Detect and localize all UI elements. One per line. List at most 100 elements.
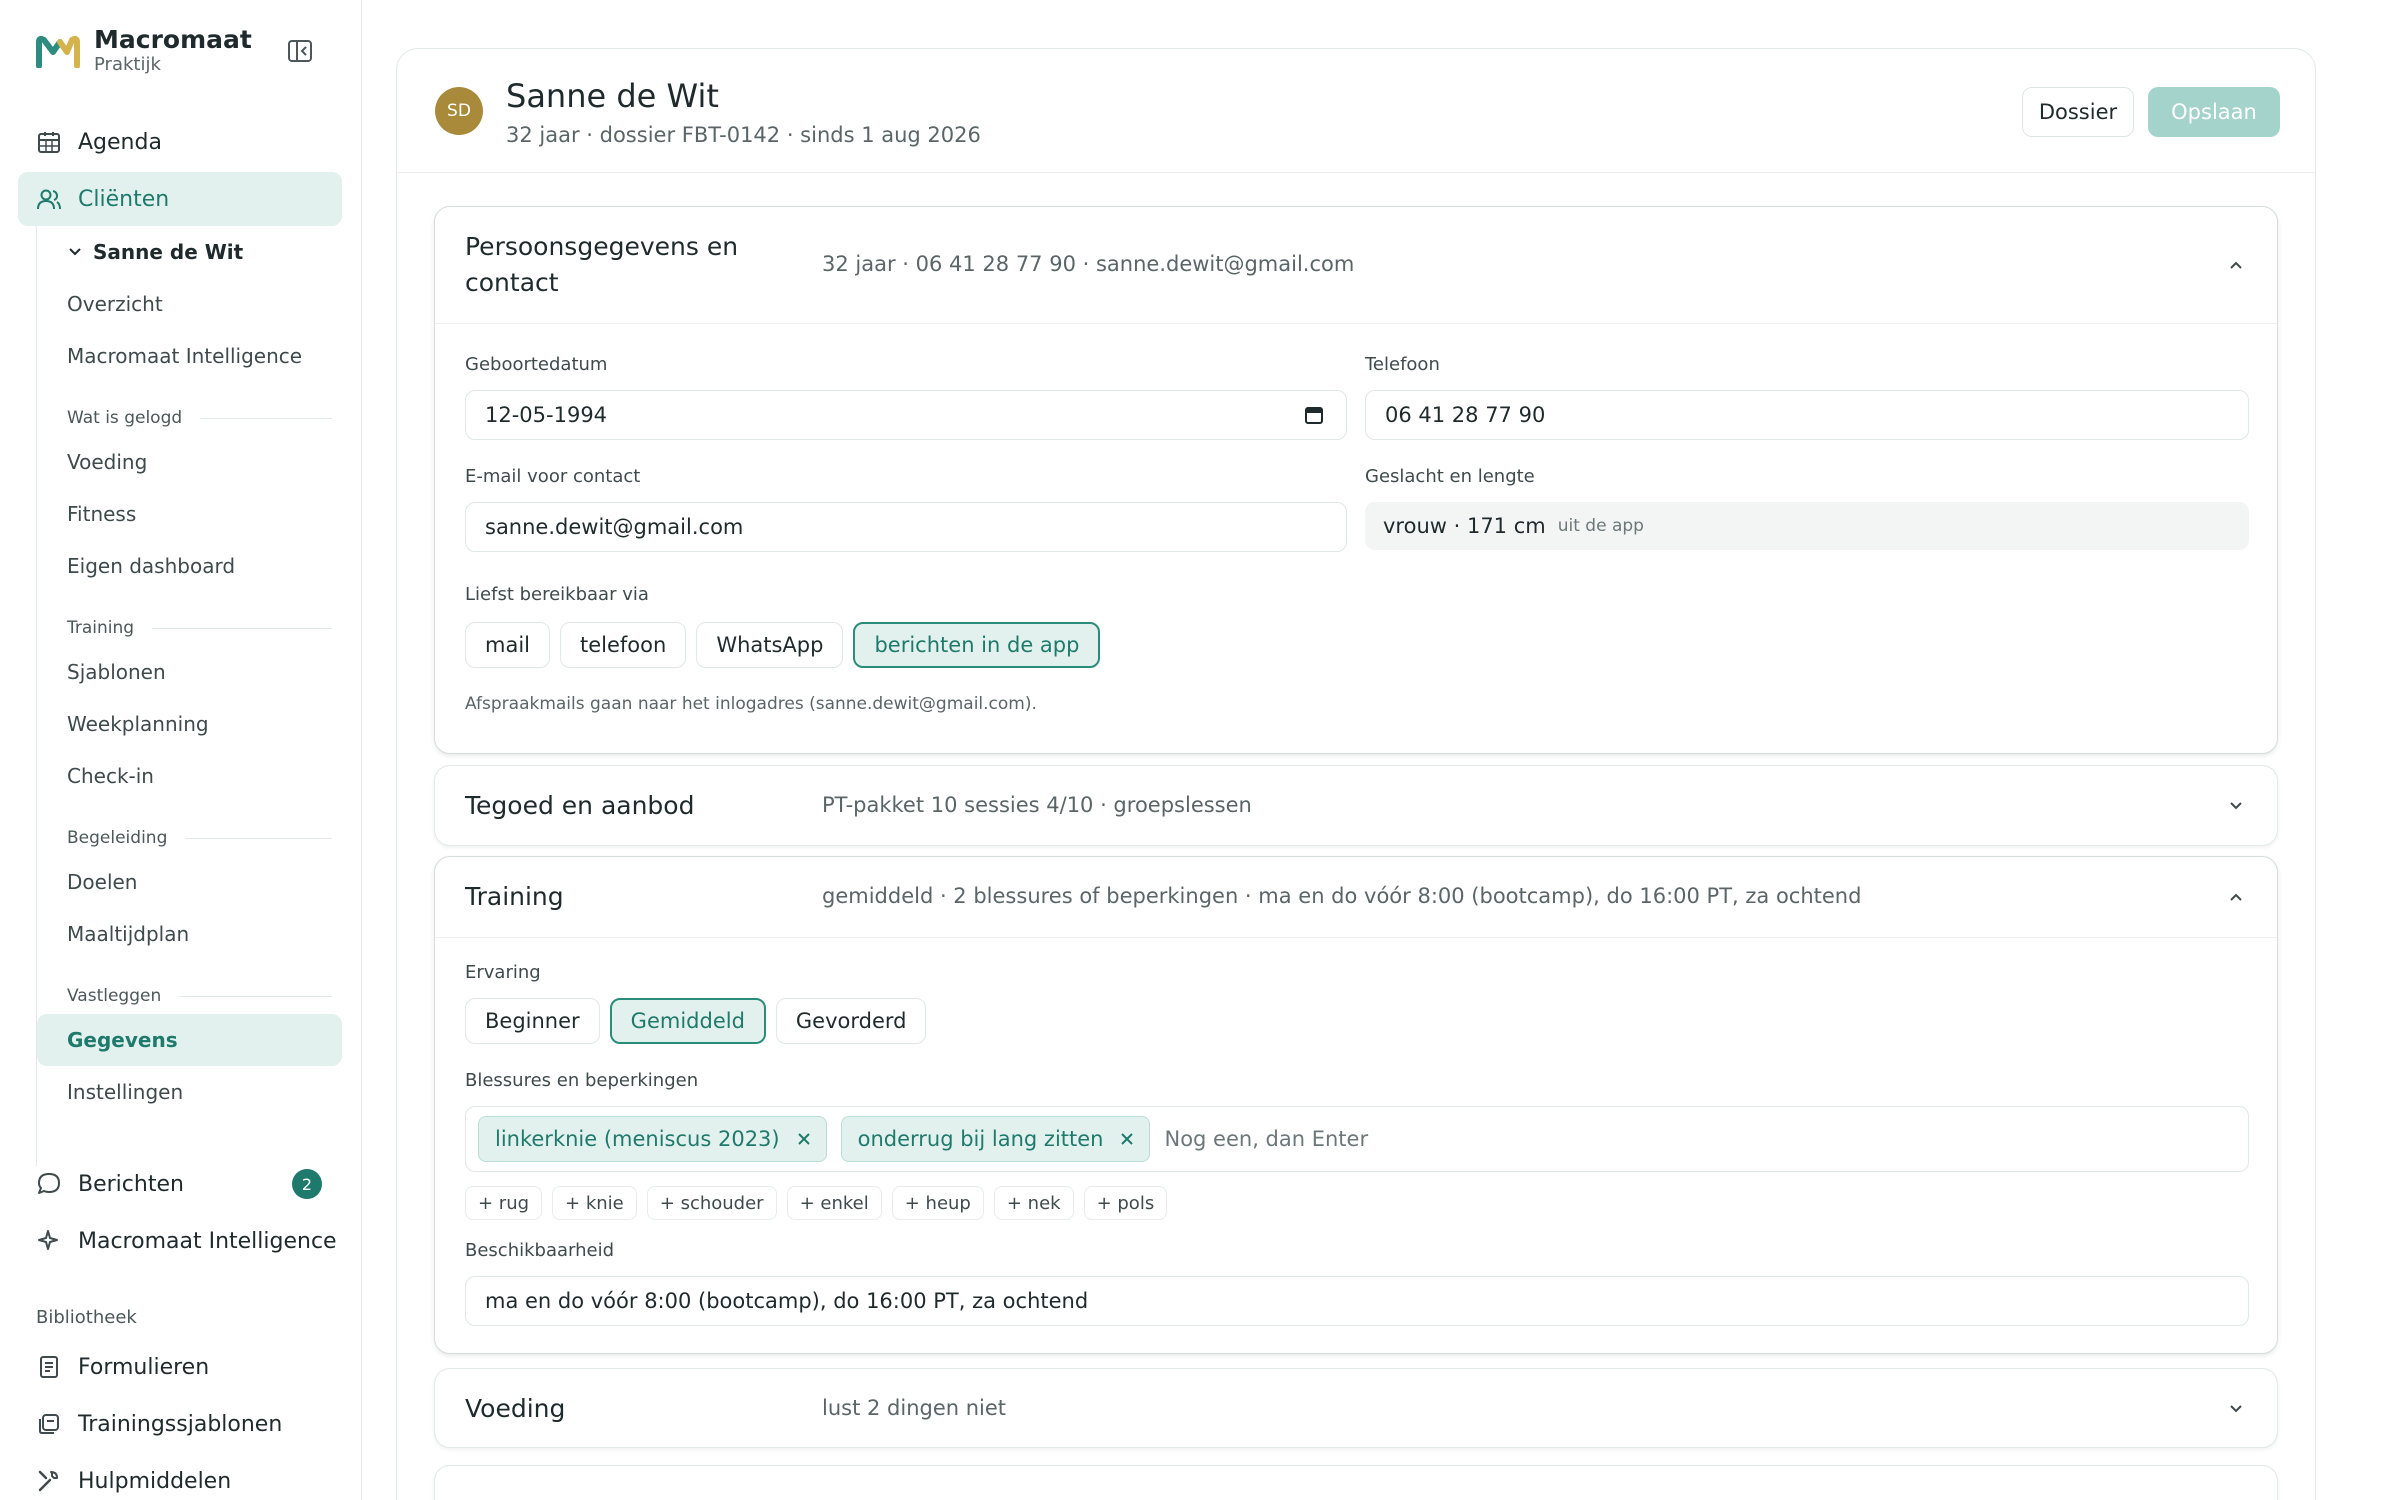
client-toggle[interactable]: Sanne de Wit xyxy=(37,226,342,278)
users-icon xyxy=(37,189,61,210)
subnav-item-weekplanning[interactable]: Weekplanning xyxy=(37,698,342,750)
nav-item-label: Macromaat Intelligence xyxy=(78,1228,337,1254)
subnav-item-intelligence[interactable]: Macromaat Intelligence xyxy=(37,330,342,382)
injury-tag-label: onderrug bij lang zitten xyxy=(857,1127,1104,1151)
experience-option-beginner[interactable]: Beginner xyxy=(465,998,600,1044)
subnav-group-title: Wat is gelogd xyxy=(37,400,342,436)
injury-tag: linkerknie (meniscus 2023) xyxy=(478,1116,827,1162)
section-summary: lust 2 dingen niet xyxy=(822,1396,1007,1420)
suggestion-chip[interactable]: + nek xyxy=(993,1186,1074,1220)
reach-label: Liefst bereikbaar via xyxy=(465,584,649,605)
sex-height-label: Geslacht en lengte xyxy=(1365,466,1535,487)
dossier-button[interactable]: Dossier xyxy=(2022,87,2134,137)
subnav-item-instellingen[interactable]: Instellingen xyxy=(37,1066,342,1118)
availability-label: Beschikbaarheid xyxy=(465,1240,615,1261)
nav-item-intelligence[interactable]: Macromaat Intelligence xyxy=(18,1214,342,1268)
section-nutrition: Voeding lust 2 dingen niet xyxy=(434,1368,2278,1448)
nav-item-formulieren[interactable]: Formulieren xyxy=(18,1340,342,1394)
suggestion-chip[interactable]: + enkel xyxy=(786,1186,882,1220)
nav-item-label: Berichten xyxy=(78,1171,184,1197)
nav-item-label: Formulieren xyxy=(78,1354,210,1380)
section-summary: gemiddeld · 2 blessures of beperkingen ·… xyxy=(822,884,1862,908)
chevron-down-icon xyxy=(69,248,81,256)
subnav-item-voeding[interactable]: Voeding xyxy=(37,436,342,488)
section-personal-header[interactable]: Persoonsgegevens en contact 32 jaar · 06… xyxy=(435,207,2277,323)
suggestion-chip[interactable]: + knie xyxy=(552,1186,637,1220)
phone-field[interactable]: 06 41 28 77 90 xyxy=(1365,390,2249,440)
experience-option-gevorderd[interactable]: Gevorderd xyxy=(775,998,927,1044)
nav-item-label: Trainingssjablonen xyxy=(78,1411,283,1437)
subnav-item-sjablonen[interactable]: Sjablonen xyxy=(37,646,342,698)
section-training-body: Ervaring Beginner Gemiddeld Gevorderd Bl… xyxy=(435,937,2277,1353)
section-training-header[interactable]: Training gemiddeld · 2 blessures of bepe… xyxy=(435,857,2277,937)
subnav-item-overzicht[interactable]: Overzicht xyxy=(37,278,342,330)
suggestion-chip[interactable]: + schouder xyxy=(646,1186,777,1220)
availability-field[interactable]: ma en do vóór 8:00 (bootcamp), do 16:00 … xyxy=(465,1276,2249,1326)
section-title: Voeding xyxy=(465,1394,566,1423)
nav-item-trainingssjablonen[interactable]: Trainingssjablonen xyxy=(18,1397,342,1451)
nav-item-agenda[interactable]: Agenda xyxy=(18,115,342,169)
calendar-icon[interactable] xyxy=(1304,405,1324,425)
nav-item-clienten[interactable]: Cliënten xyxy=(18,172,342,226)
nav-item-berichten[interactable]: Berichten 2 xyxy=(18,1157,342,1211)
nav-item-label: Cliënten xyxy=(78,186,170,212)
brand[interactable]: Macromaat Praktijk xyxy=(36,26,252,76)
suggestion-chip[interactable]: + pols xyxy=(1083,1186,1168,1220)
birthdate-value: 12-05-1994 xyxy=(485,403,608,427)
email-note: Afspraakmails gaan naar het inlogadres (… xyxy=(465,694,1037,714)
remove-tag-icon[interactable] xyxy=(796,1131,812,1147)
section-training: Training gemiddeld · 2 blessures of bepe… xyxy=(434,856,2278,1354)
injuries-input-placeholder[interactable]: Nog een, dan Enter xyxy=(1164,1127,1368,1151)
reach-option-mail[interactable]: mail xyxy=(465,622,550,668)
avatar: SD xyxy=(435,87,483,135)
subnav-group-title: Training xyxy=(37,610,342,646)
subnav-item-doelen[interactable]: Doelen xyxy=(37,856,342,908)
client-detail-card: SD Sanne de Wit 32 jaar · dossier FBT-01… xyxy=(396,48,2316,1500)
reach-option-telefoon[interactable]: telefoon xyxy=(560,622,687,668)
chevron-down-icon[interactable] xyxy=(2227,1400,2245,1418)
suggestion-chip[interactable]: + rug xyxy=(465,1186,543,1220)
nav-item-label: Agenda xyxy=(78,129,162,155)
document-icon xyxy=(40,1356,58,1378)
main-nav: Agenda Cliënten xyxy=(18,115,342,229)
secondary-nav: Berichten 2 Macromaat Intelligence xyxy=(18,1157,342,1271)
injuries-tag-input[interactable]: linkerknie (meniscus 2023) onderrug bij … xyxy=(465,1106,2249,1172)
chevron-up-icon[interactable] xyxy=(2227,256,2245,274)
availability-value: ma en do vóór 8:00 (bootcamp), do 16:00 … xyxy=(485,1289,1089,1313)
reach-option-whatsapp[interactable]: WhatsApp xyxy=(696,622,844,668)
client-header: SD Sanne de Wit 32 jaar · dossier FBT-01… xyxy=(397,49,2315,173)
brand-subtitle: Praktijk xyxy=(94,54,161,75)
sidebar: Macromaat Praktijk Agenda Cliënten Sanne… xyxy=(0,0,362,1500)
sidebar-collapse-icon[interactable] xyxy=(286,38,314,64)
chevron-down-icon[interactable] xyxy=(2227,797,2245,815)
subnav-item-maaltijdplan[interactable]: Maaltijdplan xyxy=(37,908,342,960)
email-label: E-mail voor contact xyxy=(465,466,641,487)
subnav-item-check-in[interactable]: Check-in xyxy=(37,750,342,802)
suggestion-chip[interactable]: + heup xyxy=(891,1186,984,1220)
chevron-up-icon[interactable] xyxy=(2227,888,2245,906)
stacked-templates-icon xyxy=(39,1414,59,1434)
brand-name: Macromaat xyxy=(94,25,252,54)
nav-item-hulpmiddelen[interactable]: Hulpmiddelen xyxy=(18,1454,342,1500)
tools-icon xyxy=(38,1470,58,1492)
subnav-item-gegevens[interactable]: Gegevens xyxy=(37,1014,342,1066)
sparkle-icon xyxy=(38,1230,58,1250)
save-button[interactable]: Opslaan xyxy=(2148,87,2280,137)
experience-option-gemiddeld[interactable]: Gemiddeld xyxy=(609,998,766,1044)
sex-height-hint: uit de app xyxy=(1557,516,1644,536)
phone-label: Telefoon xyxy=(1365,354,1440,375)
section-nutrition-header[interactable]: Voeding lust 2 dingen niet xyxy=(435,1369,2277,1449)
section-personal: Persoonsgegevens en contact 32 jaar · 06… xyxy=(434,206,2278,754)
nav-item-label: Hulpmiddelen xyxy=(78,1468,232,1494)
section-credit-header[interactable]: Tegoed en aanbod PT-pakket 10 sessies 4/… xyxy=(435,766,2277,846)
remove-tag-icon[interactable] xyxy=(1119,1131,1135,1147)
reach-option-app-messages[interactable]: berichten in de app xyxy=(853,622,1101,668)
injury-suggestions: + rug + knie + schouder + enkel + heup +… xyxy=(465,1186,1168,1220)
birthdate-field[interactable]: 12-05-1994 xyxy=(465,390,1347,440)
library-nav: Formulieren Trainingssjablonen Hulpmidde… xyxy=(18,1340,342,1500)
subnav-item-fitness[interactable]: Fitness xyxy=(37,488,342,540)
injury-tag: onderrug bij lang zitten xyxy=(840,1116,1151,1162)
subnav-item-eigen-dashboard[interactable]: Eigen dashboard xyxy=(37,540,342,592)
email-field[interactable]: sanne.dewit@gmail.com xyxy=(465,502,1347,552)
phone-value: 06 41 28 77 90 xyxy=(1385,403,1546,427)
